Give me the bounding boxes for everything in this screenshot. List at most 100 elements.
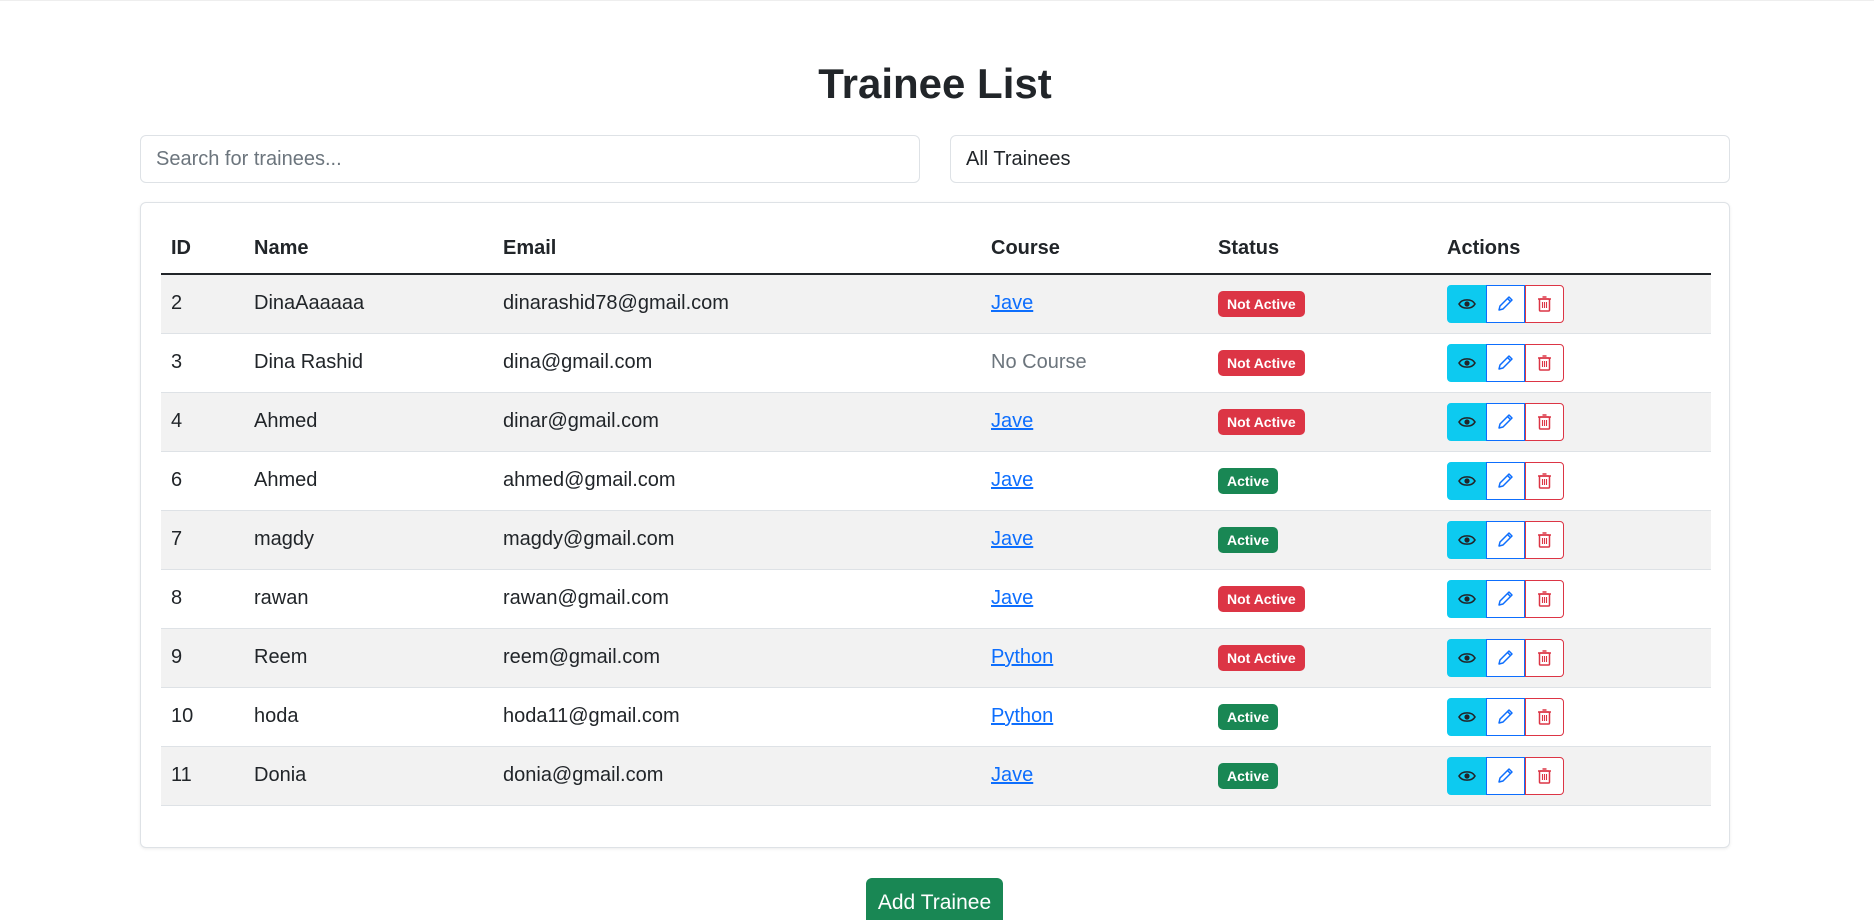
- edit-button[interactable]: [1486, 638, 1525, 677]
- edit-button[interactable]: [1486, 284, 1525, 323]
- delete-button[interactable]: [1525, 284, 1564, 323]
- cell-status: Not Active: [1208, 333, 1437, 393]
- view-button[interactable]: [1447, 520, 1486, 559]
- course-link[interactable]: Jave: [991, 469, 1033, 491]
- view-button[interactable]: [1447, 638, 1486, 677]
- delete-button[interactable]: [1525, 756, 1564, 795]
- edit-button[interactable]: [1486, 579, 1525, 618]
- edit-button[interactable]: [1486, 756, 1525, 795]
- view-button[interactable]: [1447, 284, 1486, 323]
- edit-button[interactable]: [1486, 461, 1525, 500]
- table-row: 4 Ahmed dinar@gmail.com Jave Not Active: [161, 392, 1711, 452]
- pencil-icon: [1498, 591, 1513, 606]
- cell-name: DinaAaaaaa: [244, 274, 493, 334]
- delete-button[interactable]: [1525, 520, 1564, 559]
- header-id: ID: [161, 223, 244, 275]
- cell-name: Dina Rashid: [244, 333, 493, 393]
- course-link[interactable]: Python: [991, 705, 1053, 727]
- cell-course: Python: [981, 628, 1208, 688]
- cell-id: 11: [161, 746, 244, 806]
- delete-button[interactable]: [1525, 402, 1564, 441]
- delete-button[interactable]: [1525, 638, 1564, 677]
- table-header-row: ID Name Email Course Status Actions: [161, 223, 1711, 275]
- view-button[interactable]: [1447, 756, 1486, 795]
- cell-id: 10: [161, 687, 244, 747]
- cell-actions: [1437, 392, 1711, 452]
- eye-icon: [1457, 475, 1476, 486]
- status-badge: Not Active: [1218, 644, 1305, 671]
- cell-id: 6: [161, 451, 244, 511]
- trash-icon: [1538, 650, 1551, 666]
- course-link[interactable]: Python: [991, 646, 1053, 668]
- eye-icon: [1457, 711, 1476, 722]
- cell-email: donia@gmail.com: [493, 746, 981, 806]
- delete-button[interactable]: [1525, 579, 1564, 618]
- table-row: 6 Ahmed ahmed@gmail.com Jave Active: [161, 451, 1711, 511]
- delete-button[interactable]: [1525, 697, 1564, 736]
- view-button[interactable]: [1447, 579, 1486, 618]
- table-row: 10 hoda hoda11@gmail.com Python Active: [161, 687, 1711, 747]
- cell-course: Jave: [981, 746, 1208, 806]
- cell-status: Not Active: [1208, 274, 1437, 334]
- cell-course: Jave: [981, 569, 1208, 629]
- trash-icon: [1538, 532, 1551, 548]
- cell-id: 8: [161, 569, 244, 629]
- course-link[interactable]: Jave: [991, 764, 1033, 786]
- cell-name: Donia: [244, 746, 493, 806]
- edit-button[interactable]: [1486, 402, 1525, 441]
- view-button[interactable]: [1447, 461, 1486, 500]
- course-link[interactable]: Jave: [991, 587, 1033, 609]
- pencil-icon: [1498, 709, 1513, 724]
- cell-actions: [1437, 746, 1711, 806]
- eye-icon: [1457, 534, 1476, 545]
- cell-email: reem@gmail.com: [493, 628, 981, 688]
- status-badge: Active: [1218, 467, 1279, 494]
- trash-icon: [1538, 414, 1551, 430]
- trash-icon: [1538, 591, 1551, 607]
- trainee-table: ID Name Email Course Status Actions 2 Di…: [161, 223, 1711, 806]
- cell-course: Python: [981, 687, 1208, 747]
- cell-actions: [1437, 451, 1711, 511]
- header-name: Name: [244, 223, 493, 275]
- course-link[interactable]: Jave: [991, 410, 1033, 432]
- trainee-filter-select[interactable]: All Trainees: [950, 135, 1730, 183]
- add-trainee-button[interactable]: Add Trainee: [866, 878, 1003, 920]
- page-title: Trainee List: [818, 60, 1052, 107]
- course-link[interactable]: Jave: [991, 292, 1033, 314]
- course-link[interactable]: Jave: [991, 528, 1033, 550]
- pencil-icon: [1498, 768, 1513, 783]
- status-badge: Not Active: [1218, 585, 1305, 612]
- cell-course: Jave: [981, 510, 1208, 570]
- cell-email: dinar@gmail.com: [493, 392, 981, 452]
- edit-button[interactable]: [1486, 520, 1525, 559]
- action-buttons: [1447, 638, 1564, 677]
- trash-icon: [1538, 768, 1551, 784]
- edit-button[interactable]: [1486, 697, 1525, 736]
- action-buttons: [1447, 697, 1564, 736]
- action-buttons: [1447, 579, 1564, 618]
- cell-status: Not Active: [1208, 569, 1437, 629]
- cell-status: Active: [1208, 451, 1437, 511]
- trash-icon: [1538, 709, 1551, 725]
- action-buttons: [1447, 756, 1564, 795]
- view-button[interactable]: [1447, 697, 1486, 736]
- eye-icon: [1457, 357, 1476, 368]
- cell-name: rawan: [244, 569, 493, 629]
- pencil-icon: [1498, 650, 1513, 665]
- edit-button[interactable]: [1486, 343, 1525, 382]
- eye-icon: [1457, 770, 1476, 781]
- delete-button[interactable]: [1525, 461, 1564, 500]
- search-input[interactable]: [140, 135, 920, 183]
- delete-button[interactable]: [1525, 343, 1564, 382]
- cell-email: magdy@gmail.com: [493, 510, 981, 570]
- cell-id: 7: [161, 510, 244, 570]
- trainee-table-card: ID Name Email Course Status Actions 2 Di…: [140, 202, 1730, 848]
- header-course: Course: [981, 223, 1208, 275]
- pencil-icon: [1498, 296, 1513, 311]
- view-button[interactable]: [1447, 402, 1486, 441]
- eye-icon: [1457, 298, 1476, 309]
- cell-course: No Course: [981, 333, 1208, 393]
- view-button[interactable]: [1447, 343, 1486, 382]
- status-badge: Active: [1218, 703, 1279, 730]
- header-status: Status: [1208, 223, 1437, 275]
